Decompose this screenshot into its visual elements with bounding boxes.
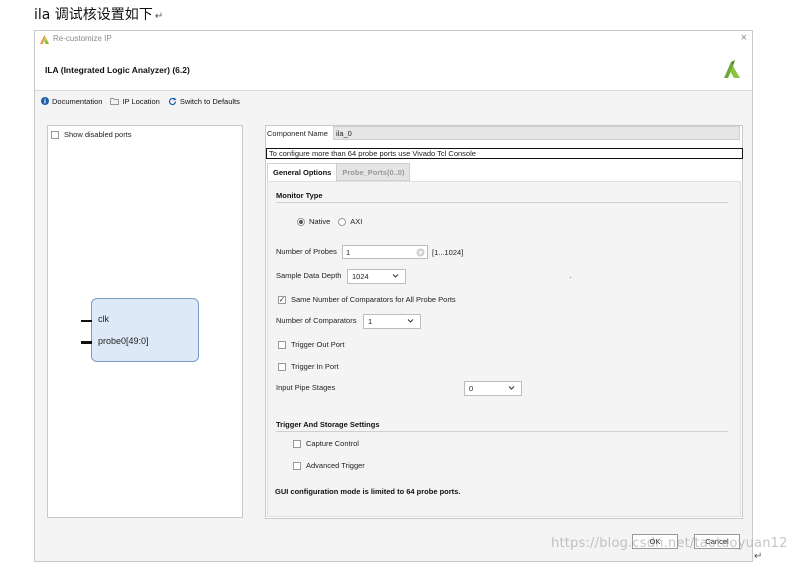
tab-general-options[interactable]: General Options [267, 163, 338, 181]
sample-data-depth-value: 1024 [352, 272, 369, 281]
refresh-icon [168, 97, 177, 106]
number-of-probes-input[interactable]: 1 [342, 245, 428, 259]
switch-to-defaults-label: Switch to Defaults [179, 96, 240, 106]
radio-native[interactable] [297, 217, 305, 226]
advanced-trigger-checkbox[interactable]: Advanced Trigger [293, 461, 365, 470]
general-options-content: Monitor Type Native AXI Number of Probes… [267, 181, 741, 517]
trigger-out-port-checkbox[interactable]: Trigger Out Port [278, 340, 345, 349]
input-pipe-stages-label: Input Pipe Stages [276, 383, 336, 392]
port-probe0: probe0[49:0] [81, 336, 149, 346]
trigger-in-port-label: Trigger In Port [291, 362, 339, 371]
window-title: Re-customize IP [53, 34, 112, 43]
monitor-type-title: Monitor Type [276, 191, 323, 200]
clear-icon[interactable] [416, 248, 425, 259]
folder-icon [110, 97, 120, 105]
close-icon[interactable]: × [741, 32, 747, 44]
component-name-label: Component Name [267, 129, 328, 138]
advanced-trigger-label: Advanced Trigger [306, 461, 365, 470]
vivado-brand-icon [724, 60, 740, 78]
capture-control-checkbox[interactable]: Capture Control [293, 439, 359, 448]
checkbox-box[interactable] [278, 362, 286, 371]
port-clk: clk [81, 314, 109, 324]
ila-block-symbol: clk probe0[49:0] [81, 298, 199, 362]
trigger-out-port-label: Trigger Out Port [291, 340, 345, 349]
watermark: https://blog.csdn.net/taotaoyuan126 [551, 536, 788, 551]
number-of-probes-value: 1 [346, 248, 351, 257]
sample-data-depth-label: Sample Data Depth [276, 271, 342, 280]
checkbox-box[interactable] [278, 295, 286, 304]
stray-dot [570, 277, 571, 278]
sample-data-depth-select[interactable]: 1024 [347, 269, 406, 284]
ip-location-label: IP Location [122, 96, 160, 106]
show-disabled-ports-checkbox[interactable]: Show disabled ports [51, 130, 132, 139]
radio-native-label: Native [309, 217, 331, 226]
radio-axi-label: AXI [350, 217, 363, 226]
paragraph-mark: ↵ [154, 11, 164, 22]
number-of-comparators-label: Number of Comparators [276, 316, 357, 325]
chevron-down-icon [508, 384, 515, 393]
number-of-comparators-select[interactable]: 1 [363, 314, 421, 329]
tab-probe-ports[interactable]: Probe_Ports(0..0) [337, 163, 411, 181]
port-pin [81, 341, 92, 344]
number-of-comparators-value: 1 [368, 317, 373, 326]
chevron-down-icon [392, 272, 399, 281]
tcl-console-note: To configure more than 64 probe ports us… [266, 148, 743, 159]
re-customize-ip-dialog: Re-customize IP × ILA (Integrated Logic … [34, 30, 753, 562]
show-disabled-ports-label: Show disabled ports [64, 130, 132, 139]
checkbox-box[interactable] [51, 130, 59, 139]
monitor-type-radios: Native AXI [297, 217, 362, 226]
capture-control-label: Capture Control [306, 439, 359, 448]
component-name-field[interactable]: ila_0 [333, 126, 740, 140]
paragraph-mark: ↵ [754, 551, 763, 562]
toolbar: Documentation IP Location Switch to Defa… [41, 95, 248, 107]
trigger-storage-title: Trigger And Storage Settings [276, 420, 380, 429]
tab-bar: General Options Probe_Ports(0..0) [267, 163, 411, 181]
title-bar: Re-customize IP × [35, 31, 752, 48]
port-label: clk [98, 314, 109, 324]
trigger-in-port-checkbox[interactable]: Trigger In Port [278, 362, 339, 371]
ip-location-button[interactable]: IP Location [110, 96, 160, 106]
number-of-probes-label: Number of Probes [276, 247, 337, 256]
checkbox-box[interactable] [293, 439, 301, 448]
checkbox-box[interactable] [293, 461, 301, 470]
symbol-panel: Show disabled ports clk probe0[49:0] [47, 125, 243, 518]
ip-title: ILA (Integrated Logic Analyzer) (6.2) [45, 65, 190, 75]
chevron-down-icon [407, 317, 414, 326]
vivado-logo-icon [39, 34, 50, 45]
port-label: probe0[49:0] [98, 336, 149, 346]
port-pin [81, 320, 92, 322]
input-pipe-stages-value: 0 [469, 384, 474, 393]
configuration-panel: Component Name ila_0 To configure more t… [265, 125, 743, 519]
section-divider [276, 431, 728, 432]
switch-to-defaults-button[interactable]: Switch to Defaults [168, 97, 240, 106]
same-comparators-label: Same Number of Comparators for All Probe… [291, 295, 456, 304]
section-divider [276, 202, 728, 203]
input-pipe-stages-select[interactable]: 0 [464, 381, 522, 396]
documentation-label: Documentation [52, 96, 103, 106]
probes-range: [1...1024] [432, 248, 464, 257]
document-heading: ila 调试核设置如下 ↵ [34, 7, 164, 23]
radio-axi[interactable] [338, 217, 347, 226]
info-icon [41, 97, 49, 105]
dialog-header: ILA (Integrated Logic Analyzer) (6.2) [35, 48, 752, 91]
same-comparators-checkbox[interactable]: Same Number of Comparators for All Probe… [278, 295, 456, 304]
gui-limit-note: GUI configuration mode is limited to 64 … [275, 487, 461, 496]
documentation-button[interactable]: Documentation [41, 97, 102, 106]
checkbox-box[interactable] [278, 340, 286, 349]
